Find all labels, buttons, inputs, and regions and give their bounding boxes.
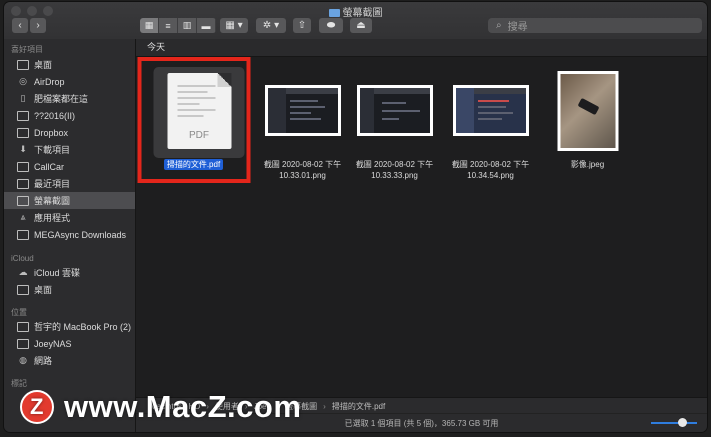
gear-icon: ✲ ▾ (262, 20, 280, 31)
file-browser: 今天 PDF 掃描的文件.pdf 截圖 2020-08-02 下午 10.33.… (136, 39, 707, 432)
sidebar-item-megasync[interactable]: MEGAsync Downloads (4, 226, 135, 243)
sidebar-item-network[interactable]: ◍ 網路 (4, 352, 135, 369)
eject-icon: ⏏ (356, 20, 366, 31)
sidebar-item-icloud-drive[interactable]: ☁ iCloud 雲碟 (4, 264, 135, 281)
icon-view-button[interactable]: ▦ (140, 18, 159, 33)
sidebar-item-screenshots[interactable]: 螢幕截圖 (4, 192, 135, 209)
document-icon: ▯ (20, 93, 26, 103)
sidebar: 喜好項目 桌面 ◎ AirDrop ▯ 肥檔案都在這 ??2016(II) Dr… (4, 39, 136, 432)
folder-icon (17, 127, 29, 139)
sidebar-header-locations: 位置 (11, 308, 27, 317)
file-name: 掃描的文件.pdf (136, 159, 251, 170)
status-text: 已選取 1 個項目 (共 5 個)，365.73 GB 可用 (344, 418, 499, 428)
sidebar-item-recents[interactable]: 最近項目 (4, 175, 135, 192)
file-item-pdf[interactable]: PDF 掃描的文件.pdf (136, 57, 251, 187)
screenshot-thumbnail (264, 85, 341, 136)
list-icon: ≡ (165, 20, 171, 31)
file-name: 影像.jpeg (570, 160, 605, 169)
sidebar-item-downloads[interactable]: ⬇ 下載項目 (4, 141, 135, 158)
sidebar-item-callcar[interactable]: CallCar (4, 158, 135, 175)
folder-icon (17, 229, 29, 241)
list-view-button[interactable]: ≡ (159, 18, 178, 33)
desktop-icon (17, 284, 29, 296)
cloud-icon: ☁ (18, 267, 28, 277)
sidebar-item-big-files[interactable]: ▯ 肥檔案都在這 (4, 90, 135, 107)
back-button[interactable]: ‹ (12, 18, 28, 33)
laptop-icon (17, 321, 29, 333)
gallery-view-button[interactable]: ▬ (197, 18, 216, 33)
sidebar-header-icloud: iCloud (11, 254, 34, 263)
forward-button[interactable]: › (30, 18, 46, 33)
chevron-right-icon: › (36, 20, 40, 31)
folder-icon (328, 9, 340, 17)
share-button[interactable]: ⇧ (293, 18, 311, 33)
server-icon (17, 338, 29, 350)
group-icon: ▦ ▾ (225, 20, 243, 31)
search-icon: ⌕ (496, 20, 502, 31)
sidebar-header-tags: 標記 (11, 379, 27, 388)
group-button[interactable]: ▦ ▾ (220, 18, 248, 33)
view-mode-segment: ▦ ≡ ▥ ▬ (140, 18, 216, 33)
sidebar-header-favorites: 喜好項目 (11, 45, 43, 54)
sidebar-item-dropbox[interactable]: Dropbox (4, 124, 135, 141)
watermark-text: www.MacZ.com (64, 389, 302, 424)
slider-knob[interactable] (678, 418, 687, 427)
sidebar-item-airdrop[interactable]: ◎ AirDrop (4, 73, 135, 90)
sidebar-item-applications[interactable]: ⩓ 應用程式 (4, 209, 135, 226)
window-title: 螢幕截圖 (4, 4, 707, 19)
airdrop-icon: ◎ (19, 76, 27, 86)
gallery-icon: ▬ (201, 20, 211, 31)
file-item-photo[interactable]: 影像.jpeg (530, 67, 645, 187)
search-placeholder: 搜尋 (507, 22, 528, 33)
column-view-button[interactable]: ▥ (178, 18, 197, 33)
title-bar: 螢幕截圖 ‹ › ▦ ≡ ▥ ▬ ▦ ▾ ✲ ▾ ⇧ ⬬ ⏏ ⌕ 搜尋 (4, 2, 707, 40)
photo-thumbnail (557, 71, 618, 151)
icon-size-slider[interactable] (651, 418, 697, 427)
site-watermark: Z www.MacZ.com (20, 389, 301, 425)
download-icon: ⬇ (19, 144, 27, 154)
eject-button[interactable]: ⏏ (350, 18, 372, 33)
chevron-right-icon: › (323, 401, 326, 411)
grid-icon: ▦ (144, 20, 154, 30)
columns-icon: ▥ (182, 20, 192, 30)
applications-icon: ⩓ (20, 212, 26, 222)
sidebar-item-2016[interactable]: ??2016(II) (4, 107, 135, 124)
desktop-icon (17, 59, 29, 71)
screenshot-thumbnail (356, 85, 433, 136)
recents-icon (17, 178, 29, 190)
folder-icon (17, 161, 29, 173)
action-button[interactable]: ✲ ▾ (256, 18, 286, 33)
folder-icon (17, 195, 29, 207)
sidebar-item-desktop[interactable]: 桌面 (4, 56, 135, 73)
pdf-document-icon: PDF (167, 73, 231, 149)
chevron-left-icon: ‹ (18, 20, 22, 31)
globe-icon: ◍ (19, 355, 27, 365)
finder-window: 螢幕截圖 ‹ › ▦ ≡ ▥ ▬ ▦ ▾ ✲ ▾ ⇧ ⬬ ⏏ ⌕ 搜尋 喜好項目… (4, 2, 707, 432)
sidebar-item-icloud-desktop[interactable]: 桌面 (4, 281, 135, 298)
folder-icon (17, 110, 29, 122)
tags-button[interactable]: ⬬ (319, 18, 343, 33)
share-icon: ⇧ (297, 20, 307, 31)
path-segment[interactable]: 掃描的文件.pdf (332, 401, 385, 412)
tag-icon: ⬬ (326, 20, 336, 31)
sidebar-item-joeynas[interactable]: JoeyNAS (4, 335, 135, 352)
watermark-logo: Z (20, 390, 54, 424)
section-header-today: 今天 (136, 39, 707, 57)
sidebar-item-macbook[interactable]: 哲宇的 MacBook Pro (2) (4, 318, 135, 335)
search-field[interactable]: ⌕ 搜尋 (488, 18, 702, 33)
screenshot-thumbnail (452, 85, 529, 136)
